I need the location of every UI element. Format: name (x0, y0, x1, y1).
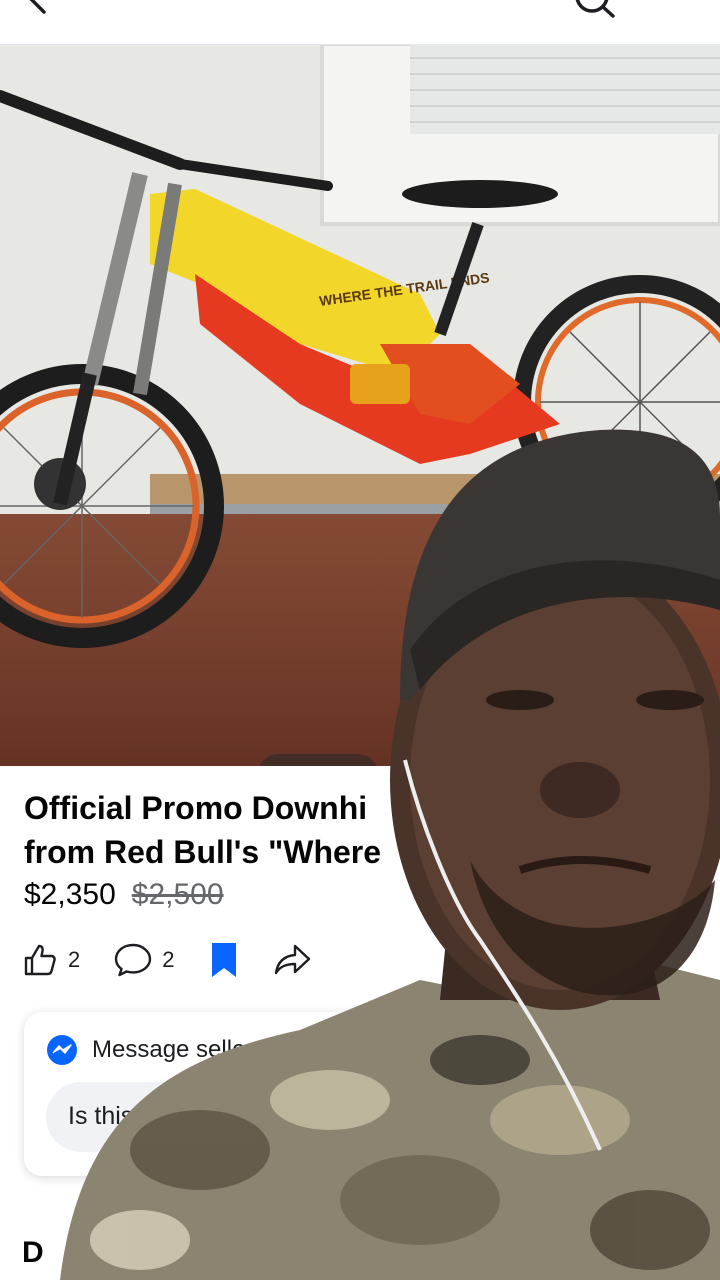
save-button[interactable] (209, 941, 239, 979)
share-icon (274, 944, 310, 975)
thumbs-up-icon (24, 944, 56, 976)
more-icon[interactable] (660, 0, 700, 12)
title-line-1: Official Promo Downhi (24, 790, 368, 826)
chevron-left-icon[interactable] (18, 0, 54, 20)
original-price: $2,500 (131, 878, 224, 911)
messenger-icon (47, 1035, 77, 1065)
description-heading: D (22, 1236, 44, 1269)
comment-count: 2 (162, 947, 175, 972)
message-input-text: Is this (68, 1102, 134, 1130)
top-app-bar (0, 0, 720, 45)
like-count: 2 (68, 947, 81, 972)
action-bar: 2 2 (22, 938, 345, 982)
current-price: $2,350 (24, 878, 116, 911)
price-row: $2,350 $2,500 (24, 878, 224, 912)
message-seller-label: Message seller (92, 1036, 254, 1063)
gallery-pagination[interactable] (258, 754, 378, 766)
message-input[interactable]: Is this (46, 1082, 486, 1152)
like-button[interactable]: 2 (22, 942, 80, 978)
comment-button[interactable]: 2 (114, 942, 175, 978)
title-line-2: from Red Bull's "Where (24, 834, 382, 870)
listing-photo[interactable]: WHERE THE TRAIL ENDS (0, 44, 720, 766)
bookmark-icon (211, 943, 236, 977)
comment-icon (115, 943, 152, 977)
listing-title: Official Promo Downhi from Red Bull's "W… (24, 786, 704, 874)
message-seller-card: Message seller Is this (24, 1012, 544, 1176)
message-seller-header: Message seller (46, 1034, 253, 1066)
search-icon[interactable] (572, 0, 616, 18)
share-button[interactable] (273, 942, 311, 978)
